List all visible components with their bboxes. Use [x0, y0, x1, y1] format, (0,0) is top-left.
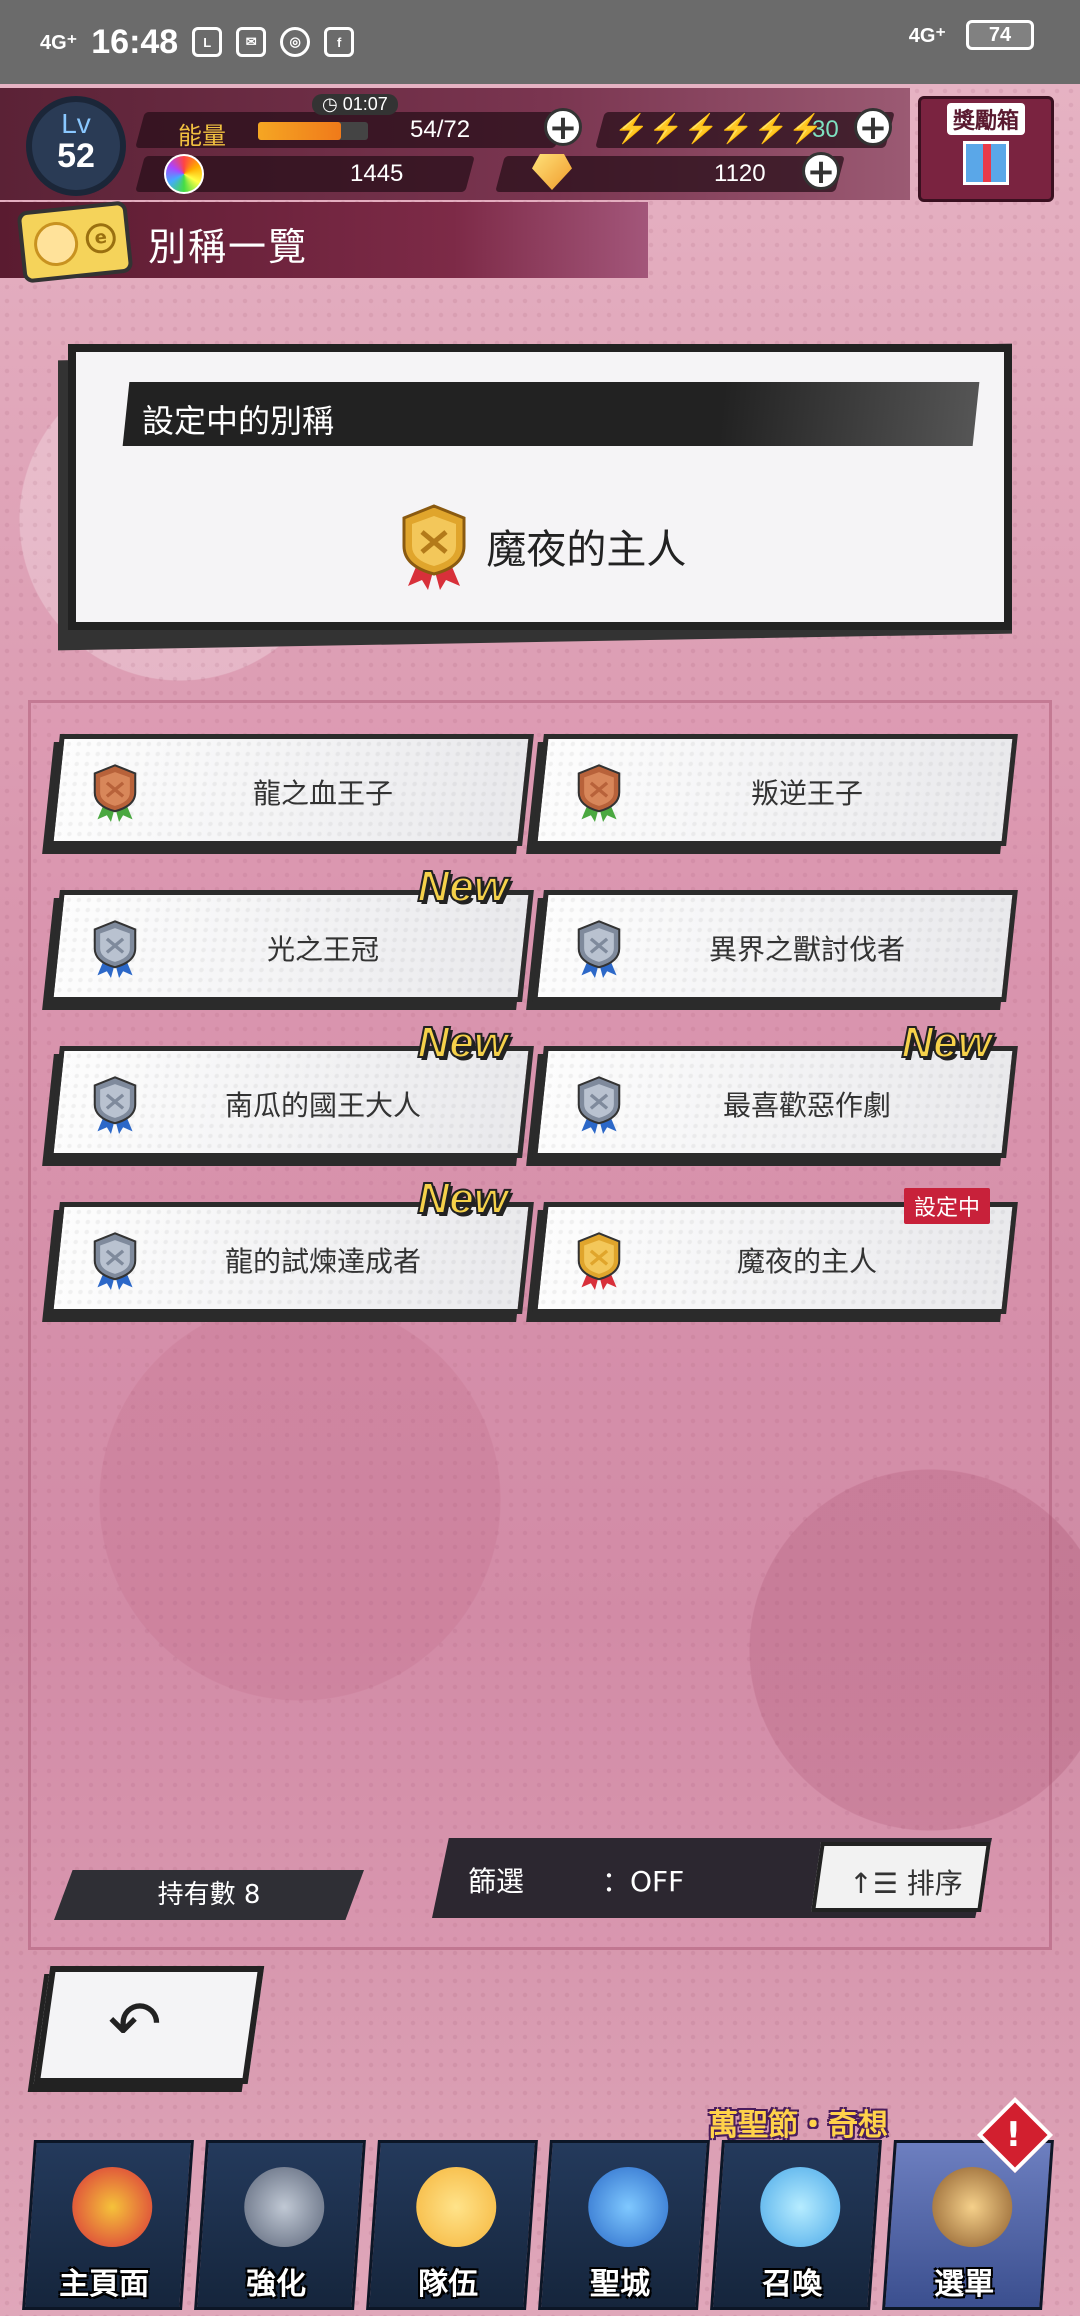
bottom-nav: 主頁面 強化 隊伍 聖城 召喚 選單 [0, 2130, 1080, 2316]
sort-content: ↑☰ 排序 [849, 1862, 962, 1902]
title-card[interactable]: 魔夜的主人 設定中 [526, 1188, 1018, 1322]
title-card[interactable]: 光之王冠 New [42, 861, 534, 1010]
add-energy-button[interactable]: + [544, 108, 582, 146]
home-icon [72, 2167, 153, 2247]
rainbow-orb-icon [164, 154, 204, 194]
title-card[interactable]: 最喜歡惡作劇 New [526, 1017, 1018, 1166]
line-icon: L [192, 27, 223, 57]
title-card[interactable]: 龍之血王子 [42, 734, 534, 854]
crystal-icon [760, 2167, 841, 2247]
new-badge: New [417, 861, 509, 912]
new-badge: New [417, 1173, 509, 1224]
nav-item[interactable]: 選單 [882, 2140, 1054, 2310]
level-value: 52 [57, 137, 95, 175]
gift-box-button[interactable]: 獎勵箱 [918, 96, 1054, 202]
nav-item[interactable]: 聖城 [538, 2140, 710, 2310]
hammer-icon [244, 2167, 325, 2247]
new-badge: New [901, 1017, 993, 1068]
title-card[interactable]: 南瓜的國王大人 New [42, 1017, 534, 1166]
title-card-label: 光之王冠 [266, 933, 379, 966]
nav-item[interactable]: 隊伍 [366, 2140, 538, 2310]
team-icon [416, 2167, 497, 2247]
energy-gauge [258, 122, 368, 140]
gift-box-label: 獎勵箱 [946, 103, 1025, 135]
equipped-badge: 設定中 [903, 1188, 990, 1224]
sort-label: 排序 [906, 1867, 963, 1900]
nav-item[interactable]: 強化 [194, 2140, 366, 2310]
nav-item-label: 召喚 [762, 2267, 823, 2302]
current-title-heading: 設定中的別稱 [142, 402, 335, 440]
current-title-name: 魔夜的主人 [486, 527, 687, 573]
energy-timer: ◷ 01:07 [312, 94, 398, 115]
status-bar: 4G⁺ 16:48 L ✉ ◎ f 4G⁺ 74 [0, 0, 1080, 84]
level-label: Lv [61, 108, 91, 139]
book-icon [932, 2167, 1013, 2247]
title-card-label: 叛逆王子 [750, 777, 863, 810]
nav-item[interactable]: 召喚 [710, 2140, 882, 2310]
title-card-label: 南瓜的國王大人 [224, 1089, 421, 1122]
current-title-display: 魔夜的主人 [76, 502, 1004, 602]
filter-label: 篩選 [468, 1865, 525, 1898]
title-list-panel [28, 700, 1052, 1950]
new-badge: New [417, 1017, 509, 1068]
gold-medal-icon [394, 502, 474, 602]
title-card[interactable]: 叛逆王子 [526, 734, 1018, 854]
gift-icon [963, 141, 1009, 185]
energy-label: 能量 [178, 123, 226, 150]
network-indicator: 4G⁺ [40, 31, 78, 54]
facebook-icon: f [324, 27, 355, 57]
energy-value: 54/72 [410, 116, 471, 143]
stamina-value: 30 [812, 116, 839, 143]
mail-icon: ✉ [236, 27, 267, 57]
orb-value: 1445 [350, 160, 404, 187]
stamina-icon: ⚡⚡⚡⚡⚡⚡ [614, 113, 824, 144]
back-arrow-icon: ↶ [108, 1988, 162, 2062]
title-card[interactable]: 龍的試煉達成者 New [42, 1173, 534, 1322]
sort-icon: ↑☰ [849, 1867, 907, 1900]
nav-item-label: 選單 [934, 2267, 995, 2302]
energy-timer-value: 01:07 [342, 94, 388, 114]
add-stamina-button[interactable]: + [854, 108, 892, 146]
back-button[interactable]: ↶ [27, 1966, 265, 2092]
battery-indicator: 74 [966, 20, 1034, 50]
nav-item-label: 隊伍 [418, 2267, 479, 2302]
title-card-icon: e [16, 200, 134, 284]
filter-value: ：OFF [602, 1865, 685, 1898]
owned-count: 持有數 8 [54, 1870, 364, 1920]
add-gem-button[interactable]: + [802, 152, 840, 190]
sort-button[interactable]: ↑☰ 排序 [811, 1842, 991, 1912]
title-card-label: 異界之獸討伐者 [708, 933, 905, 966]
title-card[interactable]: 異界之獸討伐者 [526, 890, 1018, 1010]
castle-icon [588, 2167, 669, 2247]
event-banner[interactable]: 萬聖節・奇想 [708, 2100, 888, 2144]
network-indicator-right: 4G⁺ [908, 24, 946, 47]
current-title-panel: 設定中的別稱 魔夜的主人 [68, 344, 1012, 630]
chrome-icon: ◎ [280, 27, 311, 57]
nav-item-label: 強化 [246, 2267, 307, 2302]
page-title: 別稱一覽 [148, 225, 309, 269]
nav-item-label: 主頁面 [59, 2267, 150, 2302]
gem-value: 1120 [714, 160, 766, 187]
energy-gauge-fill [258, 122, 341, 140]
clock: 16:48 [91, 22, 179, 61]
nav-item-label: 聖城 [590, 2267, 651, 2302]
title-card-label: 最喜歡惡作劇 [722, 1089, 891, 1122]
title-card-label: 龍之血王子 [252, 777, 393, 810]
level-badge: Lv 52 [26, 96, 126, 196]
title-card-label: 魔夜的主人 [736, 1245, 877, 1278]
title-card-label: 龍的試煉達成者 [224, 1245, 421, 1278]
nav-item[interactable]: 主頁面 [22, 2140, 194, 2310]
